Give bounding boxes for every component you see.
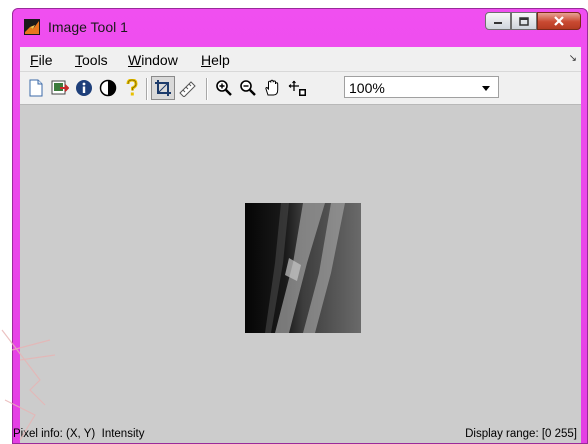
zoom-out-icon (240, 80, 256, 96)
toolbar: 100% (20, 72, 581, 105)
dropdown-arrow-icon[interactable] (482, 86, 490, 91)
menu-help-mnemonic: H (201, 52, 212, 68)
menu-dock-arrow-icon[interactable]: ↘ (569, 53, 577, 64)
status-bar: Pixel info: (X, Y) Intensity Display ran… (13, 423, 581, 443)
new-figure-button[interactable] (26, 78, 46, 98)
pan-hand-icon (265, 79, 279, 96)
image-canvas[interactable] (20, 105, 581, 423)
client-area: File Tools Window Help ↘ 100% Pixel info… (13, 47, 581, 443)
menu-file[interactable]: File (30, 52, 53, 68)
zoom-level-select[interactable]: 100% (344, 76, 499, 98)
zoom-level-value: 100% (349, 80, 385, 96)
image-info-button[interactable] (74, 78, 94, 98)
maximize-button[interactable] (511, 12, 537, 30)
window-controls (485, 12, 581, 30)
help-button[interactable] (122, 78, 142, 98)
zoom-out-button[interactable] (238, 78, 258, 98)
menu-tools[interactable]: Tools (75, 52, 108, 68)
image-tool-window: Image Tool 1 File Tools Window Help ↘ 10… (12, 8, 588, 444)
display-range-label: Display range: [0 255] (465, 428, 577, 440)
menu-tools-label: ools (82, 52, 108, 68)
menu-window-mnemonic: W (128, 52, 142, 68)
pixel-region-icon (288, 80, 306, 96)
distance-tool-button[interactable] (178, 78, 198, 98)
pan-button[interactable] (262, 78, 282, 98)
pixel-region-button[interactable] (288, 78, 308, 98)
menu-tools-mnemonic: T (75, 52, 82, 68)
minimize-icon (494, 22, 502, 24)
menu-help-label: elp (211, 52, 230, 68)
window-title: Image Tool 1 (48, 19, 128, 35)
zoom-in-icon (216, 80, 232, 96)
close-button[interactable] (537, 12, 581, 30)
maximize-icon (519, 16, 529, 26)
distance-tool-icon (179, 81, 196, 97)
toolbar-separator (206, 78, 208, 100)
menu-window[interactable]: Window (128, 52, 178, 68)
close-icon (554, 16, 564, 26)
new-figure-icon (29, 79, 43, 97)
menu-file-label: ile (38, 52, 53, 68)
menu-window-label: indow (141, 52, 178, 68)
xray-image[interactable] (245, 203, 361, 333)
minimize-button[interactable] (485, 12, 511, 30)
matlab-icon (24, 19, 40, 35)
zoom-in-button[interactable] (214, 78, 234, 98)
crop-button[interactable] (151, 76, 175, 100)
export-image-icon (51, 80, 69, 95)
contrast-icon (99, 79, 117, 97)
toolbar-separator (146, 78, 148, 100)
pixel-info-label: Pixel info: (X, Y) Intensity (13, 428, 145, 440)
contrast-button[interactable] (98, 78, 118, 98)
menu-file-mnemonic: F (30, 52, 39, 68)
image-info-icon (76, 80, 92, 96)
help-icon (126, 79, 138, 96)
title-bar[interactable]: Image Tool 1 (13, 9, 587, 41)
crop-icon (155, 80, 171, 96)
export-image-button[interactable] (50, 78, 70, 98)
menu-help[interactable]: Help (201, 52, 230, 68)
menu-bar: File Tools Window Help ↘ (20, 47, 581, 72)
